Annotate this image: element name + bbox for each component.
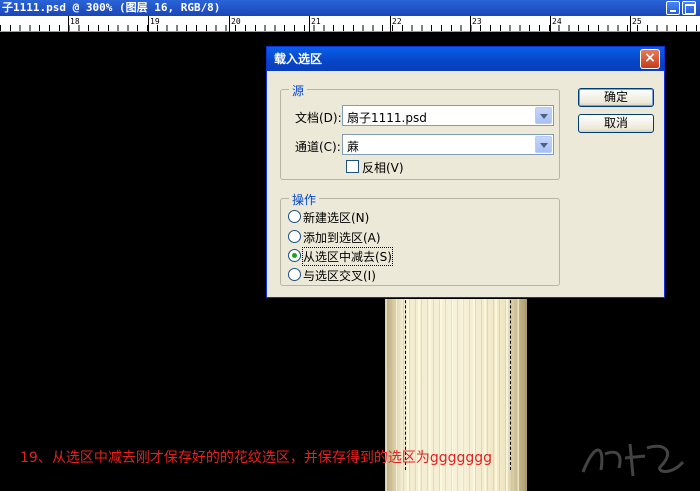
- ruler-major-tick: [470, 16, 471, 32]
- maximize-icon[interactable]: [682, 1, 696, 15]
- channel-select-value: 蔴: [347, 140, 360, 154]
- ruler-major-tick: [550, 16, 551, 32]
- ruler-major-tick: [630, 16, 631, 32]
- source-group: 源 文档(D): 扇子1111.psd 通道(C): 蔴 反相(V): [280, 82, 560, 180]
- ruler-label: 22: [392, 17, 402, 26]
- ruler-label: 20: [231, 17, 241, 26]
- operation-legend: 操作: [289, 191, 320, 208]
- chevron-down-icon[interactable]: [535, 136, 552, 153]
- chevron-down-icon[interactable]: [535, 107, 552, 124]
- radio-add-to-selection[interactable]: [288, 230, 301, 243]
- watermark-logo: [581, 443, 685, 477]
- radio-intersect-selection[interactable]: [288, 268, 301, 281]
- ruler-major-tick: [68, 16, 69, 32]
- close-icon[interactable]: ×: [640, 49, 660, 69]
- load-selection-dialog: 载入选区 × 源 文档(D): 扇子1111.psd 通道(C): 蔴 反相(V…: [266, 46, 665, 298]
- ruler-label: 21: [311, 17, 321, 26]
- channel-label: 通道(C):: [295, 140, 341, 154]
- dialog-title: 载入选区: [274, 52, 323, 66]
- ok-button[interactable]: 确定: [578, 88, 654, 107]
- radio-subtract-from-selection[interactable]: [288, 249, 301, 262]
- channel-select[interactable]: 蔴: [342, 134, 554, 155]
- cancel-button[interactable]: 取消: [578, 114, 654, 133]
- option-add-to-selection[interactable]: 添加到选区(A): [303, 229, 381, 246]
- radio-new-selection[interactable]: [288, 210, 301, 223]
- option-intersect-selection[interactable]: 与选区交叉(I): [303, 267, 376, 284]
- ruler-major-tick: [148, 16, 149, 32]
- ruler-label: 25: [632, 17, 642, 26]
- ruler-label: 18: [70, 17, 80, 26]
- ruler-major-tick: [390, 16, 391, 32]
- horizontal-ruler[interactable]: 18 19 20 21 22 23 24 25: [0, 16, 700, 32]
- minimize-icon[interactable]: [666, 1, 680, 15]
- ruler-label: 24: [552, 17, 562, 26]
- ruler-ticks: [0, 25, 700, 31]
- document-title: 子1111.psd @ 300% (图层 16, RGB/8): [2, 1, 221, 14]
- document-label: 文档(D):: [295, 111, 342, 125]
- option-new-selection[interactable]: 新建选区(N): [303, 209, 369, 226]
- option-subtract-from-selection[interactable]: 从选区中减去(S): [302, 247, 393, 266]
- operation-group: 操作 新建选区(N) 添加到选区(A) 从选区中减去(S) 与选区交叉(I): [280, 191, 560, 286]
- dialog-title-bar[interactable]: 载入选区 ×: [267, 47, 664, 71]
- invert-checkbox[interactable]: [346, 160, 359, 173]
- source-legend: 源: [289, 82, 308, 99]
- ruler-major-tick: [309, 16, 310, 32]
- ruler-label: 23: [472, 17, 482, 26]
- document-select-value: 扇子1111.psd: [347, 111, 427, 125]
- selection-marquee: [405, 270, 511, 470]
- ruler-label: 19: [150, 17, 160, 26]
- document-title-bar: 子1111.psd @ 300% (图层 16, RGB/8): [0, 0, 700, 16]
- tutorial-caption: 19、从选区中减去刚才保存好的的花纹选区，并保存得到的选区为ggggggg: [20, 450, 493, 466]
- ruler-major-tick: [229, 16, 230, 32]
- invert-label[interactable]: 反相(V): [362, 159, 404, 176]
- document-select[interactable]: 扇子1111.psd: [342, 105, 554, 126]
